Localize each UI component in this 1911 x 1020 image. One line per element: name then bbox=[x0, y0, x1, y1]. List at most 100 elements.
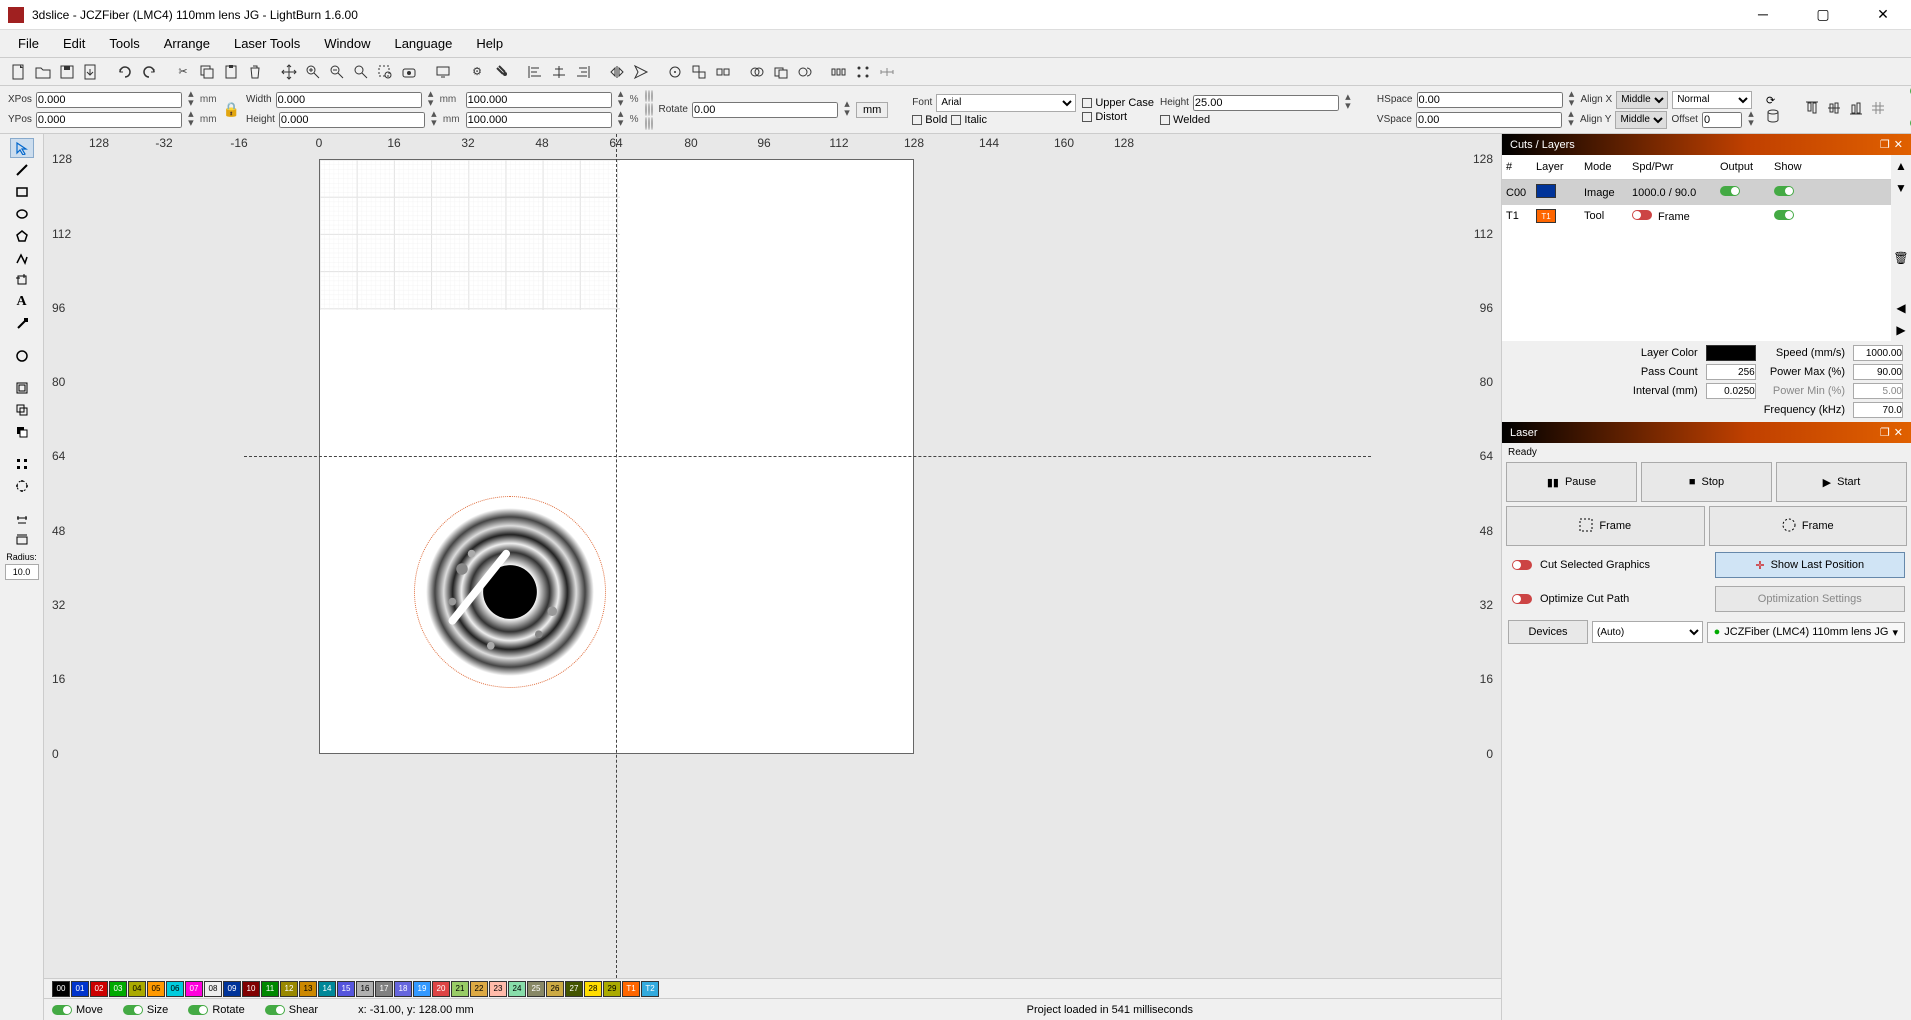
zoom-selection-icon[interactable] bbox=[374, 61, 396, 83]
palette-19[interactable]: 19 bbox=[413, 981, 431, 997]
opt-settings-button[interactable]: Optimization Settings bbox=[1715, 586, 1906, 612]
offset-tool[interactable] bbox=[10, 378, 34, 398]
speed-input[interactable] bbox=[1853, 345, 1903, 361]
layer-down-icon[interactable]: ▼ bbox=[1895, 181, 1907, 195]
col-layer[interactable]: Layer bbox=[1532, 155, 1580, 179]
laser-popout-icon[interactable]: ❐ bbox=[1880, 426, 1890, 439]
device-settings-icon[interactable] bbox=[490, 61, 512, 83]
redo-icon[interactable] bbox=[138, 61, 160, 83]
zoom-fit-icon[interactable] bbox=[350, 61, 372, 83]
align-right-icon[interactable] bbox=[572, 61, 594, 83]
palette-25[interactable]: 25 bbox=[527, 981, 545, 997]
menu-laser-tools[interactable]: Laser Tools bbox=[224, 32, 310, 55]
menu-edit[interactable]: Edit bbox=[53, 32, 95, 55]
crop-tool[interactable] bbox=[10, 270, 34, 290]
paste-icon[interactable] bbox=[220, 61, 242, 83]
design-object[interactable] bbox=[414, 496, 606, 688]
font-select[interactable]: Arial bbox=[936, 94, 1076, 112]
palette-22[interactable]: 22 bbox=[470, 981, 488, 997]
device-info[interactable]: ● JCZFiber (LMC4) 110mm lens JG ▾ bbox=[1707, 622, 1905, 643]
frame-rect-button[interactable]: Frame bbox=[1506, 506, 1705, 546]
boolean-union-icon[interactable] bbox=[746, 61, 768, 83]
layer-up-icon[interactable]: ▲ bbox=[1895, 159, 1907, 173]
freq-input[interactable] bbox=[1853, 402, 1903, 418]
draw-line-tool[interactable] bbox=[10, 160, 34, 180]
size-toggle[interactable] bbox=[123, 1005, 143, 1015]
menu-window[interactable]: Window bbox=[314, 32, 380, 55]
hsp-spinner[interactable]: ▴▾ bbox=[1567, 91, 1577, 109]
new-icon[interactable] bbox=[8, 61, 30, 83]
pmin-input[interactable] bbox=[1853, 383, 1903, 399]
position-laser-tool[interactable] bbox=[10, 530, 34, 550]
cut-selected-toggle[interactable] bbox=[1512, 560, 1532, 570]
close-button[interactable]: ✕ bbox=[1863, 6, 1903, 23]
palette-29[interactable]: 29 bbox=[603, 981, 621, 997]
palette-11[interactable]: 11 bbox=[261, 981, 279, 997]
height-input[interactable] bbox=[279, 112, 425, 128]
hspace-input[interactable] bbox=[1417, 92, 1563, 108]
layer-color-swatch[interactable] bbox=[1706, 345, 1756, 361]
layer-scroll-left-icon[interactable]: ◀ bbox=[1896, 301, 1905, 315]
palette-28[interactable]: 28 bbox=[584, 981, 602, 997]
ypos-input[interactable] bbox=[36, 112, 182, 128]
monitor-icon[interactable] bbox=[432, 61, 454, 83]
start-button[interactable]: ▶Start bbox=[1776, 462, 1907, 502]
align-v-top-icon[interactable] bbox=[1804, 100, 1820, 119]
maximize-button[interactable]: ▢ bbox=[1803, 6, 1843, 23]
panel-close-icon[interactable]: ✕ bbox=[1894, 138, 1903, 151]
palette-06[interactable]: 06 bbox=[166, 981, 184, 997]
palette-26[interactable]: 26 bbox=[546, 981, 564, 997]
select-tool[interactable] bbox=[10, 138, 34, 158]
path-tool[interactable] bbox=[10, 248, 34, 268]
upper-checkbox[interactable] bbox=[1082, 98, 1092, 108]
copy-icon[interactable] bbox=[196, 61, 218, 83]
ungroup-icon[interactable] bbox=[712, 61, 734, 83]
array-icon[interactable] bbox=[852, 61, 874, 83]
scale-w-input[interactable] bbox=[466, 92, 612, 108]
align-left-icon[interactable] bbox=[524, 61, 546, 83]
pan-icon[interactable] bbox=[278, 61, 300, 83]
settings-icon[interactable]: ⚙ bbox=[466, 61, 488, 83]
stop-button[interactable]: ■Stop bbox=[1641, 462, 1772, 502]
fh-spinner[interactable]: ▴▾ bbox=[1343, 94, 1353, 112]
interval-input[interactable] bbox=[1706, 383, 1756, 399]
grid-array-tool[interactable] bbox=[10, 454, 34, 474]
col-mode[interactable]: Mode bbox=[1580, 155, 1628, 179]
offset-input[interactable] bbox=[1702, 112, 1742, 128]
palette-15[interactable]: 15 bbox=[337, 981, 355, 997]
layer-empty-area[interactable] bbox=[1502, 227, 1891, 327]
open-icon[interactable] bbox=[32, 61, 54, 83]
text-tool[interactable]: A bbox=[10, 292, 34, 312]
layer-scroll-right-icon[interactable]: ▶ bbox=[1896, 323, 1905, 337]
palette-00[interactable]: 00 bbox=[52, 981, 70, 997]
optimize-toggle[interactable] bbox=[1512, 594, 1532, 604]
palette-18[interactable]: 18 bbox=[394, 981, 412, 997]
measure-icon[interactable] bbox=[876, 61, 898, 83]
undo-icon[interactable] bbox=[114, 61, 136, 83]
scaleh-spinner[interactable]: ▴▾ bbox=[616, 111, 626, 129]
preview-icon[interactable] bbox=[398, 61, 420, 83]
palette-21[interactable]: 21 bbox=[451, 981, 469, 997]
height-spinner[interactable]: ▴▾ bbox=[429, 111, 439, 129]
palette-13[interactable]: 13 bbox=[299, 981, 317, 997]
radius-input[interactable] bbox=[5, 564, 39, 580]
palette-17[interactable]: 17 bbox=[375, 981, 393, 997]
palette-24[interactable]: 24 bbox=[508, 981, 526, 997]
width-spinner[interactable]: ▴▾ bbox=[426, 91, 436, 109]
scale-h-input[interactable] bbox=[466, 112, 612, 128]
col-out[interactable]: Output bbox=[1716, 155, 1770, 179]
palette-12[interactable]: 12 bbox=[280, 981, 298, 997]
ypos-spinner[interactable]: ▴▾ bbox=[186, 111, 196, 129]
palette-T2[interactable]: T2 bbox=[641, 981, 659, 997]
palette-04[interactable]: 04 bbox=[128, 981, 146, 997]
port-select[interactable]: (Auto) bbox=[1592, 621, 1703, 643]
scalew-spinner[interactable]: ▴▾ bbox=[616, 91, 626, 109]
palette-27[interactable]: 27 bbox=[565, 981, 583, 997]
palette-16[interactable]: 16 bbox=[356, 981, 374, 997]
palette-20[interactable]: 20 bbox=[432, 981, 450, 997]
send-icon[interactable] bbox=[630, 61, 652, 83]
center-origin-icon[interactable] bbox=[664, 61, 686, 83]
welded-checkbox[interactable] bbox=[1160, 115, 1170, 125]
weld-tool[interactable] bbox=[10, 400, 34, 420]
database-icon[interactable] bbox=[1766, 109, 1780, 126]
